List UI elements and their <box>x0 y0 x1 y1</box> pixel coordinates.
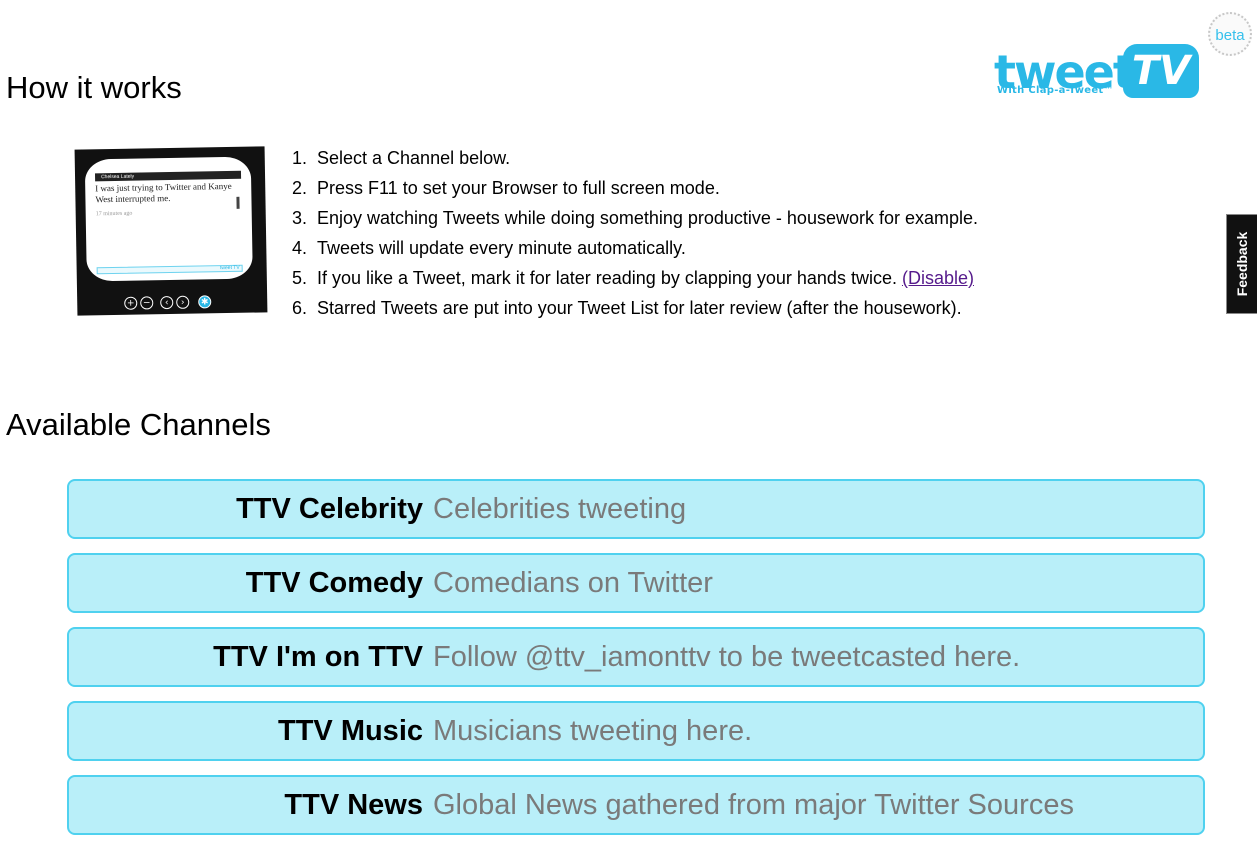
tv-bar-logo: tweet TV <box>219 264 240 272</box>
step-text: If you like a Tweet, mark it for later r… <box>317 268 902 288</box>
step-number: 2. <box>292 178 308 198</box>
step-item: 4. Tweets will update every minute automa… <box>292 233 978 263</box>
channel-news[interactable]: TTV News Global News gathered from major… <box>67 775 1205 835</box>
step-item: 6. Starred Tweets are put into your Tweet… <box>292 293 978 323</box>
step-number: 6. <box>292 298 308 318</box>
tv-tweet-text: I was just trying to Twitter and Kanye W… <box>95 180 232 205</box>
disable-clap-link[interactable]: (Disable) <box>902 268 974 288</box>
steps-list: 1. Select a Channel below. 2. Press F11 to… <box>292 143 978 323</box>
channel-description: Follow @ttv_iamonttv to be tweetcasted h… <box>433 641 1021 673</box>
channel-name: TTV News <box>284 789 423 821</box>
prev-icon: ‹ <box>160 295 174 310</box>
step-number: 1. <box>292 148 308 168</box>
logo-tagline: With Clap-a-Tweet™ <box>997 85 1114 96</box>
step-item: 1. Select a Channel below. <box>292 143 978 173</box>
tv-tweet-author: Chelsea Lately <box>94 170 242 182</box>
tv-preview-image: Chelsea Lately I was just trying to Twit… <box>74 146 268 316</box>
step-text: Press F11 to set your Browser to full sc… <box>317 178 720 198</box>
channel-description: Comedians on Twitter <box>433 567 713 599</box>
step-text: Enjoy watching Tweets while doing someth… <box>317 208 979 228</box>
step-item: 3. Enjoy watching Tweets while doing some… <box>292 203 978 233</box>
channel-im-on-ttv[interactable]: TTV I'm on TTV Follow @ttv_iamonttv to b… <box>67 627 1205 687</box>
step-item: 5. If you like a Tweet, mark it for later… <box>292 263 978 293</box>
feedback-label: Feedback <box>1234 231 1250 297</box>
step-text: Select a Channel below. <box>317 148 511 168</box>
channel-name: TTV I'm on TTV <box>213 641 423 673</box>
channel-name: TTV Comedy <box>245 567 423 599</box>
channel-description: Global News gathered from major Twitter … <box>433 789 1074 821</box>
tv-scrollbar <box>236 196 240 209</box>
channel-comedy[interactable]: TTV Comedy Comedians on Twitter <box>67 553 1205 613</box>
channel-description: Celebrities tweeting <box>433 493 687 525</box>
tweettv-logo[interactable]: tweet TV With Clap-a-Tweet™ beta <box>990 12 1252 102</box>
channel-celebrity[interactable]: TTV Celebrity Celebrities tweeting <box>67 479 1205 539</box>
how-it-works-heading: How it works <box>6 70 182 105</box>
available-channels-heading: Available Channels <box>6 407 271 442</box>
step-text: Tweets will update every minute automati… <box>317 238 686 258</box>
channel-music[interactable]: TTV Music Musicians tweeting here. <box>67 701 1205 761</box>
step-number: 5. <box>292 268 308 288</box>
star-icon: ✱ <box>198 295 212 309</box>
tv-controls: + − ‹ › ✱ <box>124 295 212 310</box>
step-text: Starred Tweets are put into your Tweet L… <box>317 298 962 318</box>
minus-icon: − <box>140 296 154 310</box>
next-icon: › <box>176 295 190 309</box>
plus-icon: + <box>124 296 138 310</box>
logo-tv-badge: TV <box>1123 44 1199 98</box>
channel-name: TTV Music <box>277 715 423 747</box>
channel-description: Musicians tweeting here. <box>433 715 753 747</box>
step-number: 3. <box>292 208 308 228</box>
channel-list: TTV Celebrity Celebrities tweeting TTV C… <box>67 479 1205 849</box>
feedback-tab[interactable]: Feedback <box>1226 214 1257 314</box>
tv-input-bar: tweet TV <box>96 264 243 275</box>
beta-badge: beta <box>1208 12 1252 56</box>
channel-name: TTV Celebrity <box>236 493 423 525</box>
tv-screen: Chelsea Lately I was just trying to Twit… <box>84 156 253 282</box>
step-item: 2. Press F11 to set your Browser to full … <box>292 173 978 203</box>
tv-tweet-time: 17 minutes ago <box>95 210 133 218</box>
step-number: 4. <box>292 238 308 258</box>
